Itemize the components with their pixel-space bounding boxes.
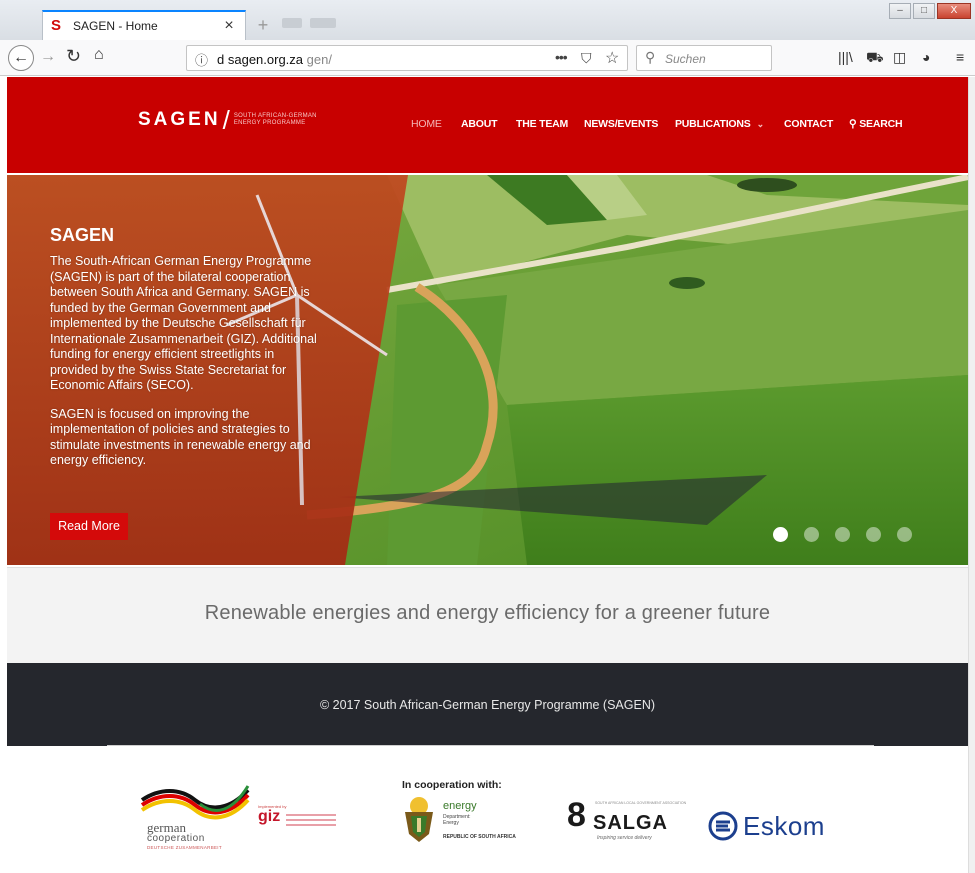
menu-item-publications[interactable]: PUBLICATIONS ⌄ (675, 118, 764, 130)
web-page: SAGEN / SOUTH AFRICAN-GERMAN ENERGY PROGR… (7, 77, 968, 873)
synced-tabs-icon[interactable]: ⛟ (866, 49, 884, 68)
eskom-logo[interactable]: Eskom (707, 810, 825, 842)
hero-paragraph: SAGEN is focused on improving the implem… (50, 406, 311, 468)
search-icon: ⚲ (849, 118, 860, 130)
logo-slash: / (222, 105, 230, 135)
new-tab-icon[interactable]: + (252, 14, 274, 36)
search-placeholder: Suchen (665, 52, 706, 66)
logo-wordmark: SAGEN (138, 109, 221, 130)
search-icon: ⚲ (645, 49, 656, 65)
tab-close-icon[interactable]: × (221, 17, 237, 35)
minimize-window-button[interactable]: – (889, 3, 911, 19)
sagen-favicon-icon: S (51, 17, 62, 34)
site-info-icon[interactable]: ⓘ (195, 50, 208, 69)
browser-toolbar: ← → ↻ ⌂ ⓘ d sagen.org.za gen/ ••• ⛉ ☆ ⚲ … (0, 40, 975, 76)
slider-dot-3[interactable] (835, 527, 850, 542)
logo-subtitle: SOUTH AFRICAN-GERMAN ENERGY PROGRAMME (233, 113, 317, 126)
close-window-button[interactable]: X (937, 3, 971, 19)
reload-icon[interactable]: ↻ (66, 46, 81, 67)
read-more-button[interactable]: Read More (50, 513, 128, 540)
chevron-down-icon: ⌄ (756, 119, 765, 129)
browser-tab-active[interactable]: S SAGEN - Home × (42, 10, 246, 40)
home-icon[interactable]: ⌂ (94, 46, 104, 64)
search-bar[interactable]: ⚲ Suchen (636, 45, 772, 71)
menu-item-search[interactable]: ⚲ SEARCH (849, 118, 903, 130)
menu-item-team[interactable]: THE TEAM (516, 118, 568, 130)
bookmark-star-icon[interactable]: ☆ (605, 48, 619, 68)
site-footer: © 2017 South African-German Energy Progr… (7, 663, 968, 746)
extension-icon[interactable]: ◕ (922, 49, 930, 65)
background-tab[interactable] (282, 18, 302, 28)
partners-section: In cooperation with: german cooperation … (7, 746, 968, 873)
back-arrow-icon[interactable]: ← (8, 45, 34, 71)
coat-of-arms-icon (405, 797, 433, 842)
background-tab[interactable] (310, 18, 336, 28)
giz-logo[interactable]: Implemented by giz (258, 804, 336, 826)
tagline: Renewable energies and energy efficiency… (204, 602, 771, 624)
slider-dot-5[interactable] (897, 527, 912, 542)
page-actions-icon[interactable]: ••• (555, 49, 568, 65)
hero-slider: SAGEN The South-African German Energy Pr… (7, 175, 968, 565)
german-cooperation-swoosh (140, 785, 250, 820)
cooperation-label: In cooperation with: (402, 779, 502, 791)
library-icon[interactable]: |||\ (838, 49, 853, 65)
salga-logo[interactable]: 8 SOUTH AFRICAN LOCAL GOVERNMENT ASSOCIA… (567, 798, 687, 852)
hero-paragraph: The South-African German Energy Programm… (50, 254, 317, 392)
sagen-logo[interactable]: SAGEN / SOUTH AFRICAN-GERMAN ENERGY PROGR… (138, 105, 344, 135)
menu-item-home[interactable]: HOME (411, 118, 442, 130)
hero-title: SAGEN (50, 225, 115, 245)
forward-arrow-icon[interactable]: → (40, 48, 56, 66)
german-cooperation-logo[interactable]: german cooperation DEUTSCHE ZUSAMMENARBE… (140, 782, 250, 852)
tagline-band: Renewable energies and energy efficiency… (7, 567, 968, 663)
pocket-icon[interactable]: ⛉ (581, 50, 592, 67)
browser-tab-bar: S SAGEN - Home × + – □ X (0, 0, 975, 40)
menu-item-news-events[interactable]: NEWS/EVENTS (584, 118, 658, 130)
window-controls: – □ X (889, 3, 971, 19)
site-header: SAGEN / SOUTH AFRICAN-GERMAN ENERGY PROGR… (7, 77, 968, 173)
slider-pagination (773, 527, 912, 542)
page-scrollbar[interactable] (968, 77, 975, 873)
menu-hamburger-icon[interactable]: ≡ (956, 49, 964, 65)
sidebar-icon[interactable]: ◫ (893, 49, 906, 66)
url-text: d sagen.org.za gen/ (217, 52, 332, 67)
slider-dot-2[interactable] (804, 527, 819, 542)
menu-item-contact[interactable]: CONTACT (784, 118, 833, 130)
slider-dot-4[interactable] (866, 527, 881, 542)
hero-text-panel: SAGEN The South-African German Energy Pr… (50, 225, 320, 482)
slider-dot-1[interactable] (773, 527, 788, 542)
address-bar[interactable]: ⓘ d sagen.org.za gen/ ••• ⛉ ☆ (186, 45, 628, 71)
eskom-icon (708, 811, 738, 841)
menu-item-about[interactable]: ABOUT (461, 118, 498, 130)
department-energy-logo[interactable]: energy Department: Energy REPUBLIC OF SOU… (399, 794, 539, 854)
giz-lines (286, 814, 336, 829)
maximize-window-button[interactable]: □ (913, 3, 935, 19)
tab-title: SAGEN - Home (73, 19, 158, 33)
copyright-text: © 2017 South African-German Energy Progr… (319, 698, 656, 712)
